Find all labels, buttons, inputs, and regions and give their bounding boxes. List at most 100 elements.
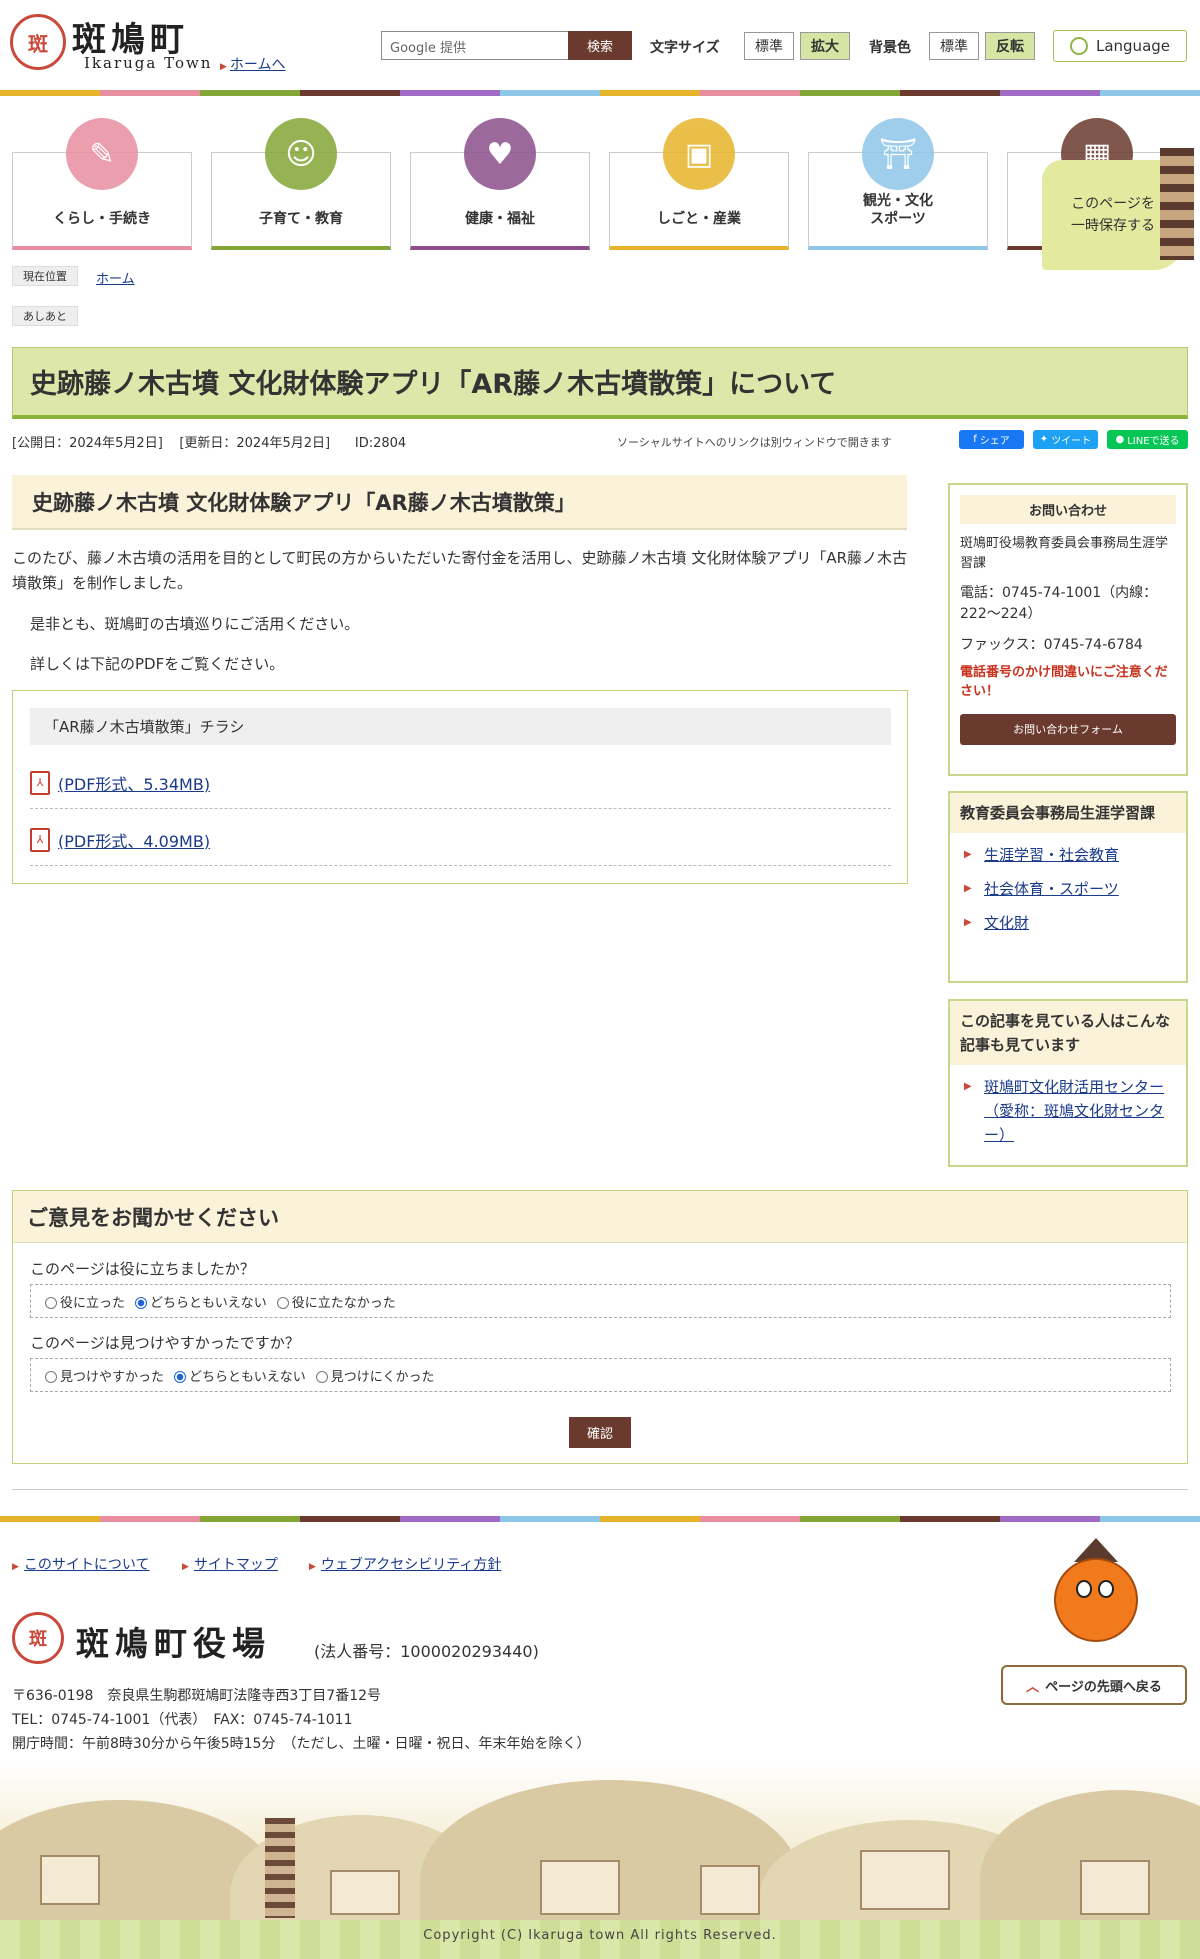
feedback-radio-option[interactable]: どちらともいえない (174, 1366, 306, 1385)
pdf-section-heading: 「AR藤ノ木古墳散策」チラシ (30, 708, 891, 745)
facebook-icon: f (973, 434, 977, 445)
content-subtitle: 史跡藤ノ木古墳 文化財体験アプリ「AR藤ノ木古墳散策」 (32, 490, 576, 515)
content-subtitle-box: 史跡藤ノ木古墳 文化財体験アプリ「AR藤ノ木古墳散策」 (12, 475, 907, 530)
chevron-up-icon: ︿ (1026, 1679, 1040, 1695)
contact-form-button[interactable]: お問い合わせフォーム (960, 713, 1176, 745)
mascot-eye-icon (1098, 1580, 1114, 1598)
mascot-icon (1054, 1558, 1138, 1642)
radio-button[interactable] (276, 1297, 289, 1309)
department-link-text[interactable]: 文化財 (984, 914, 1029, 932)
breadcrumb-home-link[interactable]: ホーム (96, 268, 135, 287)
department-link[interactable]: 社会体育・スポーツ (950, 877, 1186, 901)
font-size-large-button[interactable]: 拡大 (800, 32, 850, 60)
line-icon: ● (1115, 434, 1125, 445)
font-size-standard-button[interactable]: 標準 (744, 32, 794, 60)
radio-label: 見つけやすかった (60, 1369, 165, 1385)
department-link[interactable]: 文化財 (950, 911, 1186, 935)
radio-label: 役に立たなかった (291, 1295, 396, 1311)
category-nav-label: 健康・福祉 (465, 210, 535, 227)
feedback-radio-option[interactable]: どちらともいえない (135, 1292, 267, 1311)
facebook-share-label: シェア (979, 436, 1010, 447)
page-top-label: ページの先頭へ戻る (1045, 1679, 1162, 1695)
divider (12, 1489, 1188, 1490)
radio-label: どちらともいえない (150, 1295, 267, 1311)
pdf-item[interactable]: ⅄ (PDF形式、4.09MB) (30, 814, 891, 866)
page-title: 史跡藤ノ木古墳 文化財体験アプリ「AR藤ノ木古墳散策」について (30, 369, 837, 400)
pdf-icon: ⅄ (30, 827, 50, 852)
breadcrumb-current-label: 現在位置 (12, 266, 78, 286)
related-article-link[interactable]: 斑鳩町文化財活用センター（愛称：斑鳩文化財センター） (950, 1075, 1174, 1147)
contact-box: お問い合わせ 斑鳩町役場教育委員会事務局生涯学習課 電話：0745-74-100… (948, 483, 1188, 776)
footer-link-accessibility[interactable]: ウェブアクセシビリティ方針 (309, 1554, 501, 1574)
document-pen-icon: ✎ (66, 118, 138, 190)
contact-fax: ファックス：0745-74-6784 (960, 636, 1143, 653)
radio-button[interactable] (135, 1297, 148, 1309)
radio-button[interactable] (315, 1371, 328, 1383)
department-link[interactable]: 生涯学習・社会教育 (950, 843, 1186, 867)
bg-invert-button[interactable]: 反転 (985, 32, 1035, 60)
feedback-options-1: 役に立った どちらともいえない 役に立たなかった (30, 1284, 1171, 1318)
feedback-question-2: このページは見つけやすかったですか？ (30, 1334, 300, 1352)
facebook-share-button[interactable]: f シェア (959, 430, 1024, 449)
feedback-confirm-button[interactable]: 確認 (569, 1417, 631, 1448)
feedback-radio-option[interactable]: 見つけにくかった (315, 1366, 435, 1385)
save-page-label: このページを 一時保存する (1071, 195, 1155, 234)
radio-label: 見つけにくかった (330, 1369, 435, 1385)
intro-paragraph: このたび、藤ノ木古墳の活用を目的として町民の方からいただいた寄付金を活用し、史跡… (12, 549, 908, 592)
related-heading: この記事を見ている人はこんな記事も見ています (950, 1001, 1186, 1065)
radio-button[interactable] (45, 1297, 57, 1309)
contact-department: 斑鳩町役場教育委員会事務局生涯学習課 (960, 536, 1169, 572)
page-id: ID:2804 (354, 436, 407, 451)
feedback-radio-option[interactable]: 役に立った (45, 1292, 125, 1311)
updated-date: [更新日：2024年5月2日] (179, 436, 331, 451)
contact-phone: 電話：0745-74-1001（内線：222～224） (960, 585, 1158, 622)
footer-tel-fax: TEL：0745-74-1001（代表） FAX：0745-74-1011 (12, 1712, 353, 1728)
feedback-question-1: このページは役に立ちましたか？ (30, 1260, 255, 1278)
feedback-radio-option[interactable]: 見つけやすかった (45, 1366, 164, 1385)
search-input[interactable]: Google 提供 (381, 31, 569, 60)
site-title-en: Ikaruga Town (84, 54, 213, 72)
page-top-button[interactable]: ︿ ページの先頭へ戻る (1001, 1665, 1187, 1705)
copyright: Copyright (C) Ikaruga town All rights Re… (423, 1928, 777, 1943)
bg-standard-button[interactable]: 標準 (929, 32, 979, 60)
footer-address: 〒636-0198 奈良県生駒郡斑鳩町法隆寺西3丁目7番12号 (12, 1688, 382, 1704)
language-button[interactable]: Language (1053, 30, 1187, 62)
search-button[interactable]: 検索 (568, 31, 632, 60)
category-nav-label: くらし・手続き (53, 210, 151, 227)
line-share-button[interactable]: ● LINEで送る (1107, 430, 1188, 449)
usage-paragraph: 是非とも、斑鳩町の古墳巡りにご活用ください。 (30, 615, 360, 633)
department-link-text[interactable]: 社会体育・スポーツ (984, 880, 1119, 898)
footer-link-sitemap[interactable]: サイトマップ (182, 1554, 278, 1574)
radio-button[interactable] (174, 1371, 187, 1383)
pdf-item[interactable]: ⅄ (PDF形式、5.34MB) (30, 757, 891, 809)
baby-face-icon: ☺ (265, 118, 337, 190)
background-color-label: 背景色 (869, 40, 911, 56)
department-link-text[interactable]: 生涯学習・社会教育 (984, 846, 1119, 864)
social-note: ソーシャルサイトへのリンクは別ウィンドウで開きます (617, 436, 892, 449)
radio-button[interactable] (45, 1371, 57, 1383)
home-link[interactable]: ホームへ (220, 54, 286, 74)
related-article-link-text[interactable]: 斑鳩町文化財活用センター（愛称：斑鳩文化財センター） (984, 1078, 1164, 1144)
pagoda-icon (1160, 148, 1194, 260)
category-nav-label: しごと・産業 (657, 210, 741, 227)
feedback-radio-option[interactable]: 役に立たなかった (276, 1292, 396, 1311)
pdf-link[interactable]: (PDF形式、5.34MB) (58, 771, 210, 795)
pdf-icon: ⅄ (30, 770, 50, 795)
radio-label: 役に立った (60, 1295, 126, 1311)
footer-link-about[interactable]: このサイトについて (12, 1554, 150, 1574)
feedback-options-2: 見つけやすかった どちらともいえない 見つけにくかった (30, 1358, 1171, 1392)
page-meta: [公開日：2024年5月2日] [更新日：2024年5月2日] ID:2804 (12, 432, 406, 451)
department-box: 教育委員会事務局生涯学習課 生涯学習・社会教育社会体育・スポーツ文化財 (948, 791, 1188, 983)
page-title-box: 史跡藤ノ木古墳 文化財体験アプリ「AR藤ノ木古墳散策」について (12, 347, 1188, 419)
related-articles-box: この記事を見ている人はこんな記事も見ています 斑鳩町文化財活用センター（愛称：斑… (948, 999, 1188, 1167)
category-nav-label: 子育て・教育 (259, 210, 343, 227)
contact-warning: 電話番号のかけ間違いにご注意ください！ (960, 664, 1168, 700)
pdf-link[interactable]: (PDF形式、4.09MB) (58, 828, 210, 852)
town-emblem-icon: 斑 (12, 1612, 64, 1664)
twitter-share-button[interactable]: ✦ ツイート (1033, 430, 1098, 449)
heart-pulse-icon: ♥ (464, 118, 536, 190)
footer-corporate-number: (法人番号：1000020293440) (314, 1642, 539, 1661)
published-date: [公開日：2024年5月2日] (12, 436, 163, 451)
pagoda-icon: ⛩ (862, 118, 934, 190)
town-emblem-icon[interactable]: 斑 (10, 14, 66, 70)
